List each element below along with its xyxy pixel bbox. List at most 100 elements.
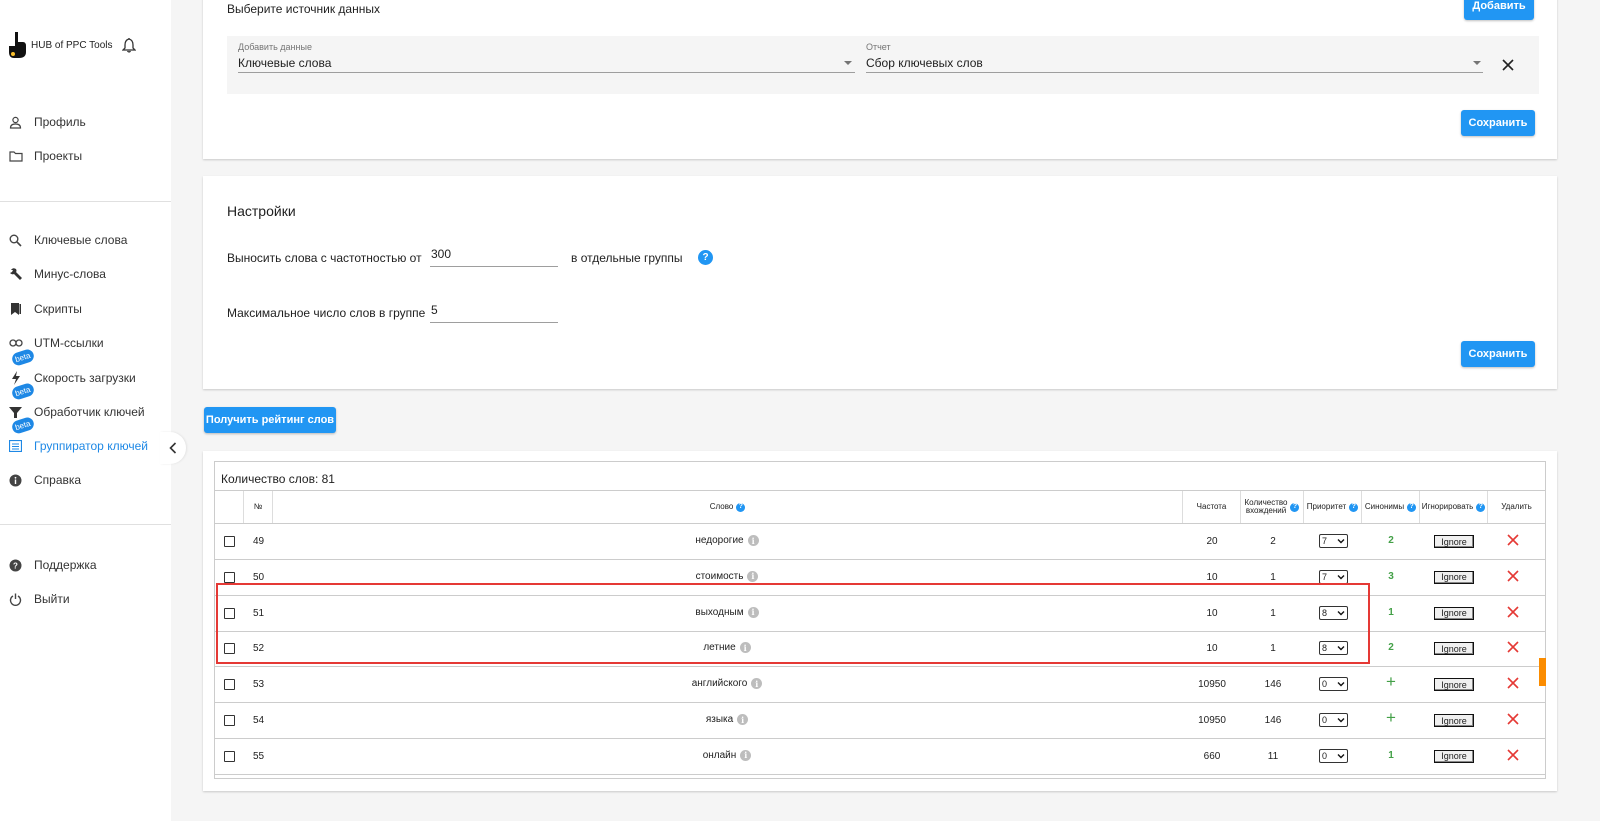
row-num: 49 bbox=[253, 536, 265, 547]
help-icon[interactable]: ? bbox=[736, 502, 746, 512]
row-word: онлайн i bbox=[273, 749, 1181, 761]
add-button[interactable]: Добавить bbox=[1464, 0, 1534, 20]
help-icon[interactable]: ? bbox=[698, 250, 713, 265]
synonym-count[interactable]: 1 bbox=[1363, 607, 1419, 618]
priority-select[interactable]: 0 bbox=[1319, 677, 1348, 692]
priority-select[interactable]: 0 bbox=[1319, 748, 1348, 763]
help-icon[interactable]: ? bbox=[1349, 502, 1359, 512]
ignore-button[interactable]: Ignore bbox=[1434, 678, 1474, 692]
help-icon[interactable]: ? bbox=[1290, 502, 1300, 512]
header-freq-label: Частота bbox=[1196, 502, 1227, 511]
header-occ-line2: вхождений bbox=[1245, 506, 1287, 515]
ignore-button[interactable]: Ignore bbox=[1434, 535, 1474, 548]
row-occurrences: 11 bbox=[1267, 750, 1279, 762]
info-icon[interactable]: i bbox=[740, 749, 752, 761]
header-num-label: № bbox=[253, 502, 263, 511]
get-rating-button[interactable]: Получить рейтинг слов bbox=[204, 407, 336, 433]
row-word-text: стоимость bbox=[695, 570, 744, 582]
ignore-button[interactable]: Ignore bbox=[1434, 714, 1474, 727]
row-word: английского i bbox=[273, 678, 1181, 690]
save-settings-button[interactable]: Сохранить bbox=[1461, 341, 1535, 367]
ignore-button[interactable]: Ignore bbox=[1434, 606, 1474, 620]
delete-icon[interactable] bbox=[1506, 569, 1520, 583]
help-icon[interactable]: ? bbox=[1476, 502, 1486, 512]
freq-label: Выносить слова с частотностью от bbox=[227, 251, 422, 265]
row-checkbox[interactable] bbox=[224, 679, 235, 691]
sidebar-item-support[interactable]: ? Поддержка bbox=[0, 550, 171, 580]
sidebar-item-profile[interactable]: Профиль bbox=[0, 107, 171, 137]
delete-icon[interactable] bbox=[1506, 712, 1520, 726]
chevron-left-icon bbox=[169, 442, 177, 454]
delete-icon[interactable] bbox=[1506, 748, 1520, 762]
sidebar-item-minus-words[interactable]: Минус-слова bbox=[0, 259, 171, 289]
sidebar-item-scripts[interactable]: Скрипты bbox=[0, 294, 171, 324]
header-priority: Приоритет? bbox=[1304, 491, 1362, 523]
info-icon[interactable]: i bbox=[747, 535, 759, 546]
sidebar-item-logout[interactable]: Выйти bbox=[0, 584, 171, 614]
brand[interactable]: HUB of PPC Tools bbox=[6, 30, 136, 60]
synonym-count[interactable]: 3 bbox=[1363, 571, 1419, 582]
help-icon[interactable]: ? bbox=[1407, 502, 1417, 512]
row-frequency: 10950 bbox=[1198, 679, 1226, 691]
ignore-button[interactable]: Ignore bbox=[1434, 749, 1474, 763]
sidebar-item-label: Выйти bbox=[34, 592, 70, 606]
header-occ-labels: Количество вхождений bbox=[1245, 499, 1288, 515]
freq-input[interactable]: 300 bbox=[431, 247, 451, 261]
data-field-value[interactable]: Ключевые слова bbox=[238, 56, 331, 70]
delete-icon[interactable] bbox=[1506, 533, 1520, 547]
bell-icon[interactable] bbox=[121, 37, 136, 53]
row-checkbox[interactable] bbox=[224, 715, 235, 726]
sidebar-item-projects[interactable]: Проекты bbox=[0, 141, 171, 171]
report-field-value[interactable]: Сбор ключевых слов bbox=[866, 56, 983, 70]
brand-name: HUB of PPC Tools bbox=[31, 39, 113, 51]
scroll-marker[interactable] bbox=[1539, 658, 1546, 686]
info-icon[interactable]: i bbox=[747, 570, 759, 582]
sidebar-item-label: Обработчик ключей bbox=[34, 405, 145, 419]
row-word: языка i bbox=[273, 714, 1181, 725]
close-icon[interactable] bbox=[1502, 59, 1514, 71]
table-row: 54 языка i 10950 146 0 + Ignore bbox=[215, 703, 1545, 739]
svg-text:?: ? bbox=[13, 561, 18, 570]
caret-down-icon[interactable] bbox=[844, 61, 852, 65]
synonym-count[interactable]: 2 bbox=[1363, 642, 1419, 653]
link-icon bbox=[8, 336, 23, 351]
priority-select[interactable]: 7 bbox=[1319, 534, 1348, 548]
row-checkbox[interactable] bbox=[224, 750, 235, 762]
source-title: Выберите источник данных bbox=[227, 2, 380, 16]
report-field-underline bbox=[866, 72, 1483, 73]
chevron-down-icon bbox=[1337, 753, 1345, 759]
info-icon[interactable]: i bbox=[751, 678, 763, 690]
info-icon[interactable]: i bbox=[737, 714, 749, 725]
add-synonym-button[interactable]: + bbox=[1363, 672, 1419, 692]
ignore-button[interactable]: Ignore bbox=[1434, 642, 1474, 656]
max-words-input[interactable]: 5 bbox=[431, 303, 438, 317]
caret-down-icon[interactable] bbox=[1473, 61, 1481, 65]
collapse-sidebar-button[interactable] bbox=[160, 432, 186, 464]
folder-icon bbox=[8, 149, 23, 164]
ignore-button[interactable]: Ignore bbox=[1434, 570, 1474, 584]
priority-select[interactable]: 0 bbox=[1319, 713, 1348, 727]
row-checkbox[interactable] bbox=[224, 571, 235, 583]
source-row: Добавить данные Ключевые слова Отчет Сбо… bbox=[227, 36, 1539, 94]
sidebar-item-label: Скорость загрузки bbox=[34, 371, 136, 385]
chevron-down-icon bbox=[1337, 574, 1345, 580]
sidebar: HUB of PPC Tools Профиль Проекты Ключевы… bbox=[0, 0, 171, 821]
settings-title: Настройки bbox=[227, 203, 296, 219]
row-checkbox[interactable] bbox=[224, 536, 235, 547]
synonym-count[interactable]: 1 bbox=[1363, 750, 1419, 761]
table-row: 49 недорогие i 20 2 7 2 Ignore bbox=[215, 524, 1545, 560]
header-word-label: Слово bbox=[709, 502, 734, 511]
data-source-card: Выберите источник данных Добавить Добави… bbox=[203, 0, 1557, 159]
delete-icon[interactable] bbox=[1506, 605, 1520, 619]
delete-icon[interactable] bbox=[1506, 640, 1520, 654]
row-num: 54 bbox=[253, 715, 265, 726]
priority-select[interactable]: 7 bbox=[1319, 569, 1348, 584]
save-source-button[interactable]: Сохранить bbox=[1461, 110, 1535, 136]
sidebar-item-keywords[interactable]: Ключевые слова bbox=[0, 225, 171, 255]
synonym-count[interactable]: 2 bbox=[1363, 535, 1419, 546]
delete-icon[interactable] bbox=[1506, 676, 1520, 690]
sidebar-item-key-grouper[interactable]: beta Группиратор ключей bbox=[0, 415, 171, 461]
chevron-down-icon bbox=[1337, 539, 1345, 544]
sidebar-item-help[interactable]: Справка bbox=[0, 465, 171, 495]
add-synonym-button[interactable]: + bbox=[1363, 708, 1419, 728]
